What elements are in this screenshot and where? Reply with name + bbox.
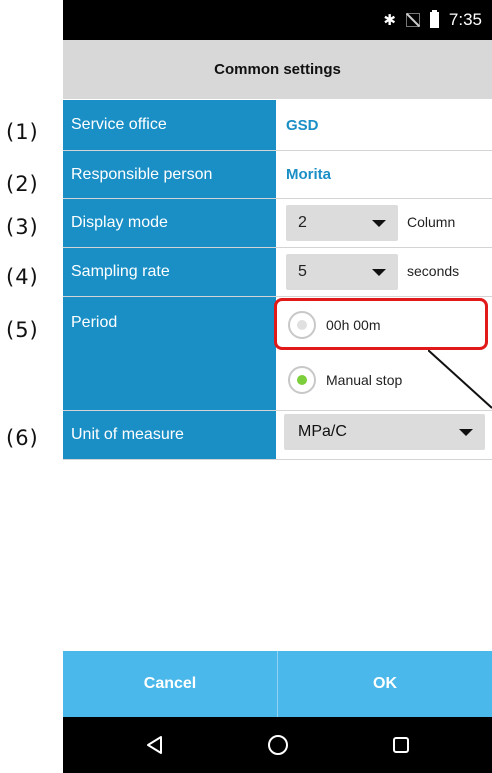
navigation-bar <box>63 717 492 773</box>
annotation-4: (4) <box>6 265 39 289</box>
row-responsible-person: Responsible person Morita <box>63 151 492 198</box>
battery-icon <box>429 10 439 28</box>
unit-of-measure-label: Unit of measure <box>63 411 276 459</box>
sampling-rate-label: Sampling rate <box>63 248 276 296</box>
radio-checked[interactable] <box>288 366 316 394</box>
manual-stop-label: Manual stop <box>326 372 403 388</box>
chevron-down-icon <box>459 428 473 436</box>
unit-of-measure-dropdown[interactable]: MPa/C <box>284 414 485 450</box>
annotation-1: (1) <box>6 120 39 144</box>
bluetooth-icon: ✱ <box>383 12 396 29</box>
responsible-person-field[interactable]: Morita <box>276 151 492 198</box>
annotation-5: (5) <box>6 318 39 342</box>
status-bar: ✱ 7:35 <box>63 0 492 40</box>
sampling-rate-selected: 5 <box>298 263 307 280</box>
back-icon[interactable] <box>135 725 175 765</box>
annotation-3: (3) <box>6 215 39 239</box>
cancel-button[interactable]: Cancel <box>63 651 277 717</box>
row-sampling-rate: Sampling rate 5 seconds <box>63 248 492 296</box>
radio-dot <box>297 375 307 385</box>
display-mode-selected: 2 <box>298 214 307 231</box>
annotation-2: (2) <box>6 172 39 196</box>
sampling-rate-suffix: seconds <box>407 263 460 279</box>
no-signal-icon <box>405 13 420 27</box>
unit-of-measure-cell: MPa/C <box>276 411 492 459</box>
phone-screen: ✱ 7:35 Common settings Service office GS… <box>63 0 492 773</box>
action-bar: Cancel OK <box>63 651 492 717</box>
display-mode-cell: 2 Column <box>276 199 492 247</box>
annotation-pointer-line <box>428 350 492 409</box>
row-service-office: Service office GSD <box>63 100 492 150</box>
row-unit-of-measure: Unit of measure MPa/C <box>63 411 492 459</box>
responsible-person-label: Responsible person <box>63 151 276 198</box>
status-time: 7:35 <box>448 10 482 29</box>
service-office-value: GSD <box>286 116 319 134</box>
page-title: Common settings <box>63 40 492 99</box>
sampling-rate-dropdown[interactable]: 5 <box>286 254 398 290</box>
display-mode-dropdown[interactable]: 2 <box>286 205 398 241</box>
service-office-field[interactable]: GSD <box>276 100 492 150</box>
annotation-6: (6) <box>6 426 39 450</box>
chevron-down-icon <box>372 219 386 227</box>
service-office-label: Service office <box>63 100 276 150</box>
period-label: Period <box>63 297 276 410</box>
row-display-mode: Display mode 2 Column <box>63 199 492 247</box>
chevron-down-icon <box>372 268 386 276</box>
home-icon[interactable] <box>258 725 298 765</box>
ok-button[interactable]: OK <box>277 651 492 717</box>
display-mode-label: Display mode <box>63 199 276 247</box>
responsible-person-value: Morita <box>286 166 331 183</box>
recents-icon[interactable] <box>381 725 421 765</box>
highlight-box <box>274 298 488 350</box>
unit-of-measure-selected: MPa/C <box>298 423 347 440</box>
sampling-rate-cell: 5 seconds <box>276 248 492 296</box>
divider <box>63 459 492 460</box>
display-mode-suffix: Column <box>407 214 456 230</box>
